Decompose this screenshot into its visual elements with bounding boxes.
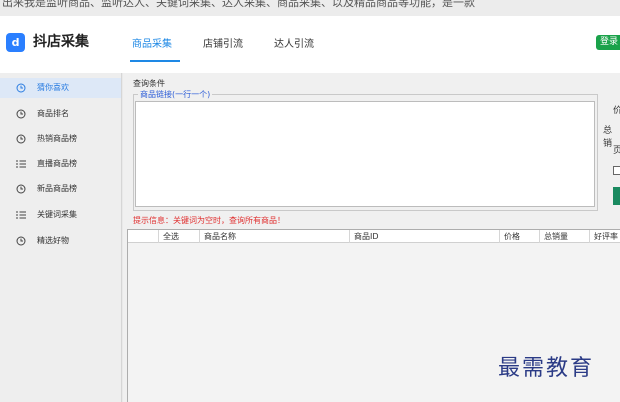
- list-icon: [16, 211, 26, 219]
- option-checkbox[interactable]: [613, 166, 620, 175]
- sidebar-item-live-ranking[interactable]: 直播商品榜: [0, 154, 121, 174]
- title-bar: d 抖店采集 商品采集 店铺引流 达人引流 登录: [0, 16, 620, 73]
- column-header-product-name[interactable]: 商品名称: [200, 230, 350, 243]
- clock-icon: [16, 184, 26, 194]
- column-header-select-all[interactable]: 全选: [159, 230, 200, 243]
- tab-shop-traffic[interactable]: 店铺引流: [203, 38, 243, 52]
- tab-influencer-traffic[interactable]: 达人引流: [274, 38, 314, 52]
- clock-icon: [16, 236, 26, 246]
- sidebar-item-keyword-collect[interactable]: 关键词采集: [0, 205, 121, 225]
- column-header-row-index: [128, 230, 159, 243]
- page-label: 页: [613, 146, 620, 156]
- price-label: 价: [613, 106, 620, 116]
- app-title: 抖店采集: [33, 34, 89, 50]
- sidebar-item-label: 商品排名: [37, 109, 69, 118]
- sidebar: 猜你喜欢 商品排名 热销商品榜 直播商品榜 新品商品榜 关键词采集 精选好物: [0, 73, 122, 402]
- sidebar-item-product-ranking[interactable]: 商品排名: [0, 104, 121, 124]
- query-conditions-label: 查询条件: [133, 79, 165, 88]
- main-panel: 查询条件 商品链接(一行一个) 价 总销 页 提示信息：关键词为空时，查询所有商…: [123, 73, 620, 402]
- sidebar-item-label: 热销商品榜: [37, 134, 77, 143]
- column-header-rating[interactable]: 好评率: [590, 230, 620, 243]
- sidebar-item-label: 猜你喜欢: [37, 83, 69, 92]
- table-header: 全选 商品名称 商品ID 价格 总销量 好评率: [128, 230, 620, 243]
- hint-message: 提示信息：关键词为空时，查询所有商品！: [133, 216, 285, 225]
- sidebar-item-guess-you-like[interactable]: 猜你喜欢: [0, 78, 121, 98]
- column-header-price[interactable]: 价格: [500, 230, 540, 243]
- sidebar-item-label: 新品商品榜: [37, 184, 77, 193]
- login-button[interactable]: 登录: [596, 35, 620, 50]
- sidebar-item-featured-goods[interactable]: 精选好物: [0, 231, 121, 251]
- product-link-group-label: 商品链接(一行一个): [138, 89, 213, 100]
- watermark-text: 最需教育: [498, 356, 595, 381]
- app-logo-icon: d: [6, 33, 25, 52]
- active-tab-underline: [130, 60, 180, 62]
- clock-icon: [16, 83, 26, 93]
- clock-icon: [16, 109, 26, 119]
- list-icon: [16, 160, 26, 168]
- column-header-product-id[interactable]: 商品ID: [350, 230, 500, 243]
- sidebar-item-new-products[interactable]: 新品商品榜: [0, 179, 121, 199]
- clock-icon: [16, 134, 26, 144]
- collect-button[interactable]: [613, 187, 620, 205]
- sidebar-item-label: 精选好物: [37, 236, 69, 245]
- sidebar-item-hot-sales[interactable]: 热销商品榜: [0, 129, 121, 149]
- product-link-textarea[interactable]: [135, 101, 595, 207]
- tab-product-collect[interactable]: 商品采集: [132, 38, 172, 52]
- sidebar-item-label: 关键词采集: [37, 210, 77, 219]
- column-header-total-sales[interactable]: 总销量: [540, 230, 590, 243]
- sidebar-item-label: 直播商品榜: [37, 159, 77, 168]
- top-strip-text: 出来我是监听商品、监听达人、关键词采集、达人采集、商品采集、以及精品商品等功能，…: [0, 0, 620, 16]
